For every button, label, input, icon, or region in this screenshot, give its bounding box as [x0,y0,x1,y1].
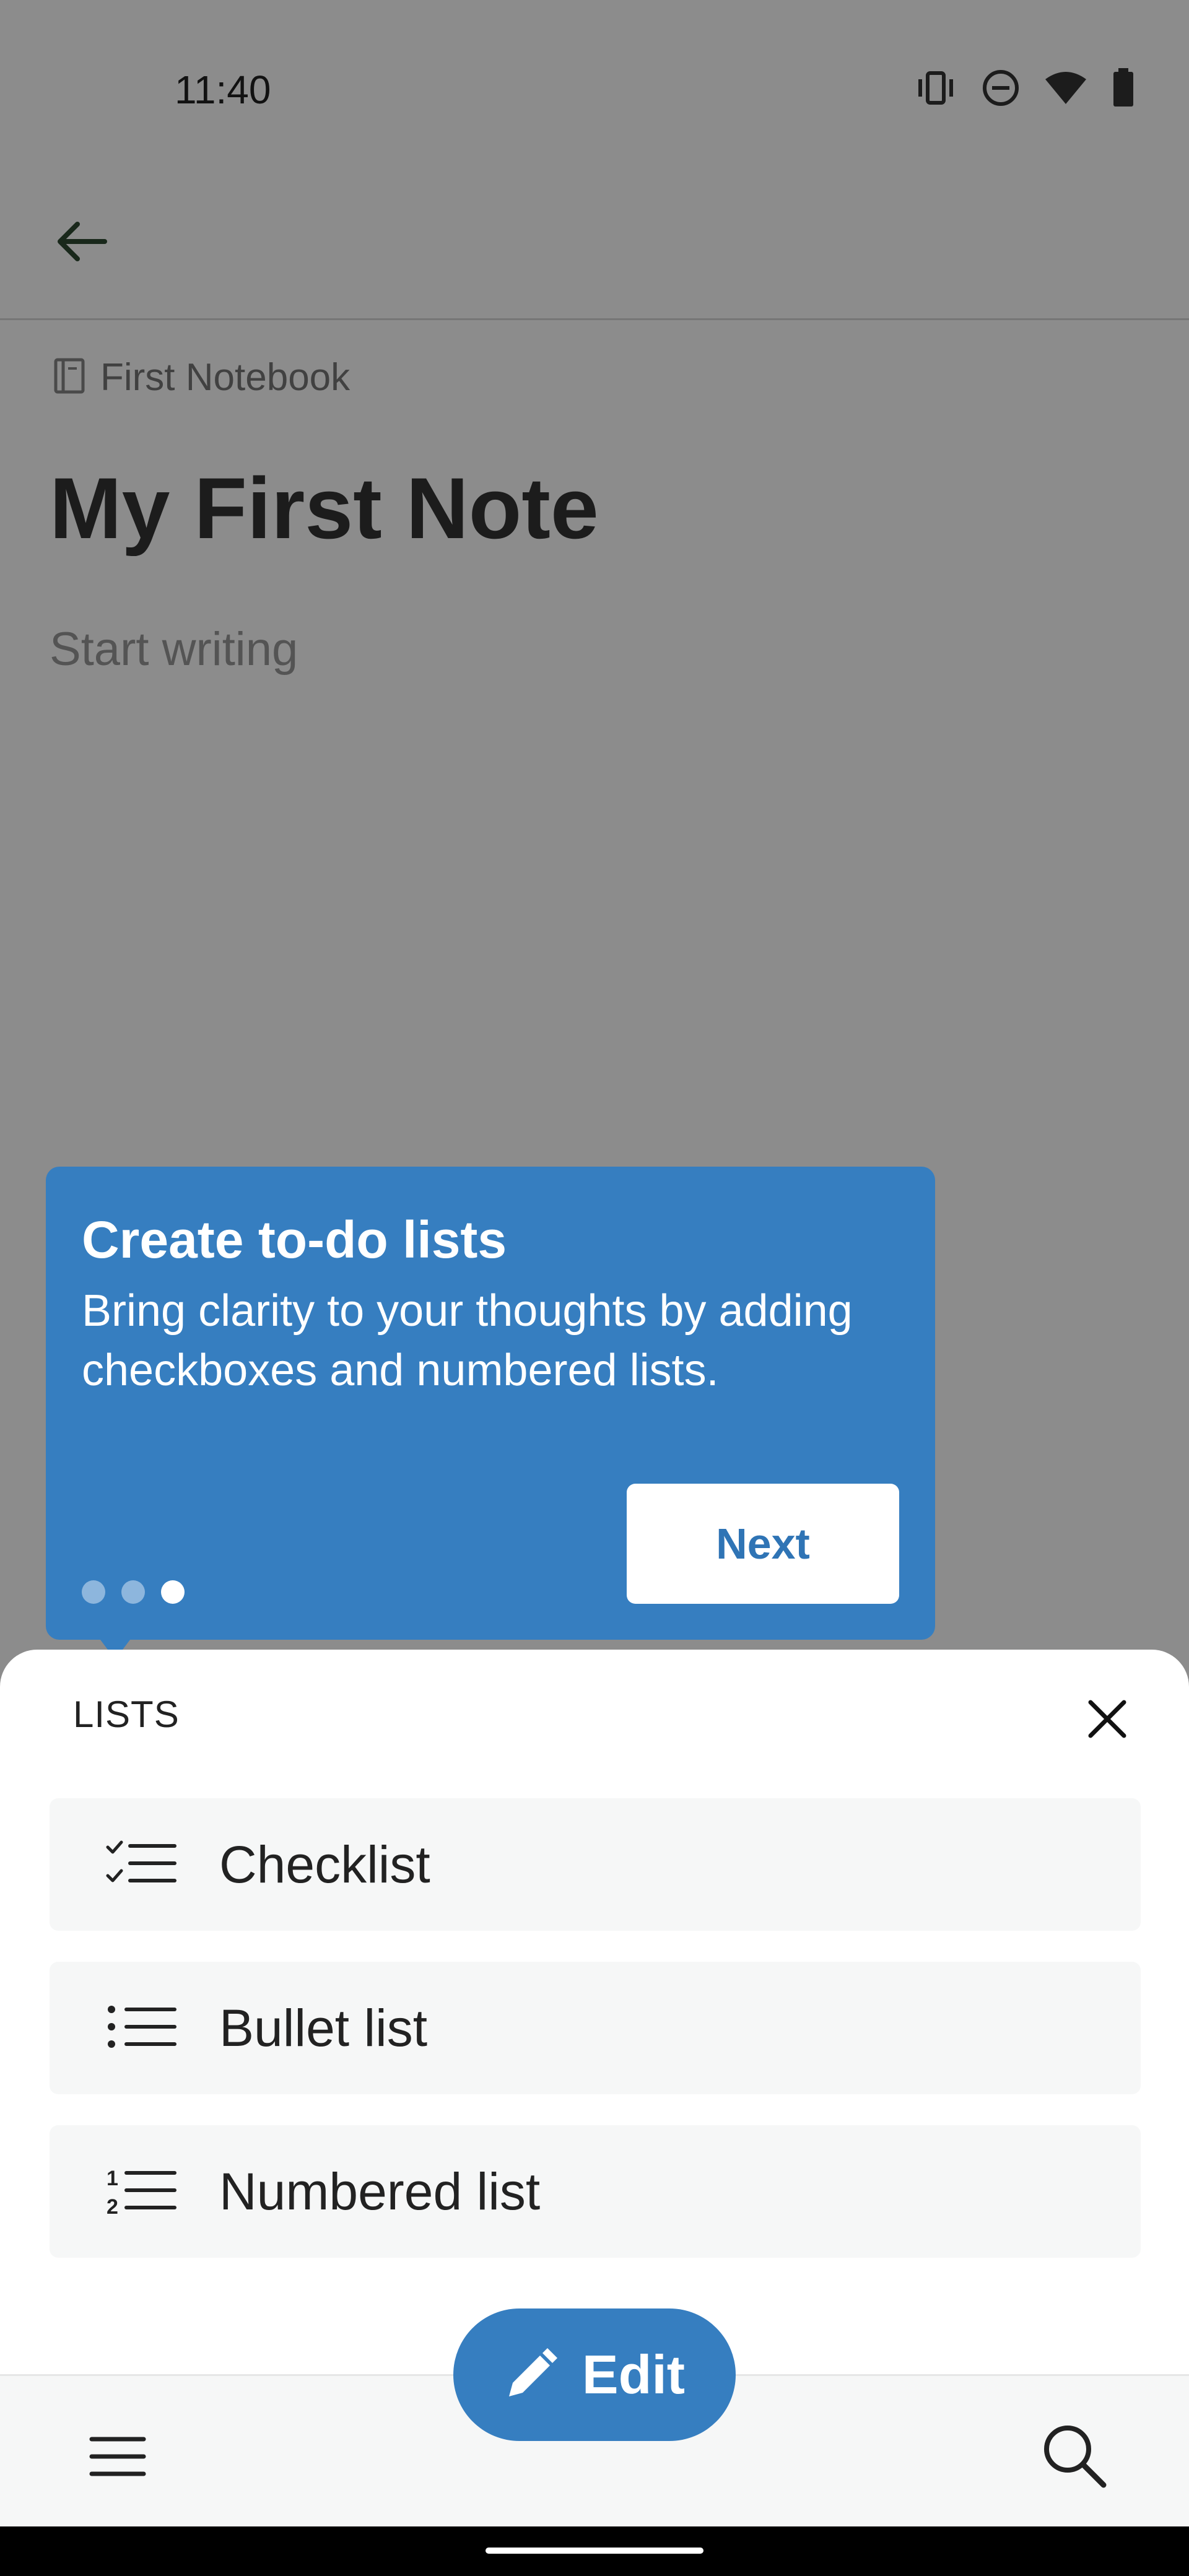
svg-text:1: 1 [107,2167,118,2190]
sheet-title: LISTS [73,1694,180,1735]
svg-text:2: 2 [107,2195,118,2216]
system-nav-bar [0,2526,1189,2576]
tooltip-step-indicator [82,1580,185,1604]
home-gesture-handle[interactable] [486,2548,703,2554]
option-label: Checklist [219,1835,430,1894]
search-icon [1044,2426,1107,2488]
option-label: Numbered list [219,2162,541,2221]
step-dot-active [161,1580,185,1604]
numbered-list-icon: 1 2 [105,2164,177,2219]
hamburger-menu-icon [89,2437,146,2476]
search-button[interactable] [1034,2416,1115,2496]
option-label: Bullet list [219,1998,428,2057]
step-dot [121,1580,145,1604]
onboarding-tooltip: Create to-do lists Bring clarity to your… [46,1167,935,1640]
menu-button[interactable] [81,2419,155,2494]
tooltip-title: Create to-do lists [82,1211,507,1269]
pencil-icon [508,2348,557,2396]
option-bullet-list[interactable]: Bullet list [50,1962,1141,2094]
close-button[interactable] [1078,1689,1137,1749]
bullet-list-icon [105,2000,177,2056]
option-checklist[interactable]: Checklist [50,1798,1141,1931]
tooltip-text: Bring clarity to your thoughts by adding… [82,1286,853,1395]
lists-bottom-sheet: LISTS Checklist Bullet list 1 2 Numbered… [0,1650,1189,2374]
step-dot [82,1580,105,1604]
checklist-icon [105,1837,177,1892]
edit-button[interactable]: Edit [453,2308,736,2441]
edit-label: Edit [581,2344,686,2405]
close-icon [1088,1700,1126,1738]
option-numbered-list[interactable]: 1 2 Numbered list [50,2125,1141,2258]
next-button[interactable]: Next [627,1484,899,1604]
